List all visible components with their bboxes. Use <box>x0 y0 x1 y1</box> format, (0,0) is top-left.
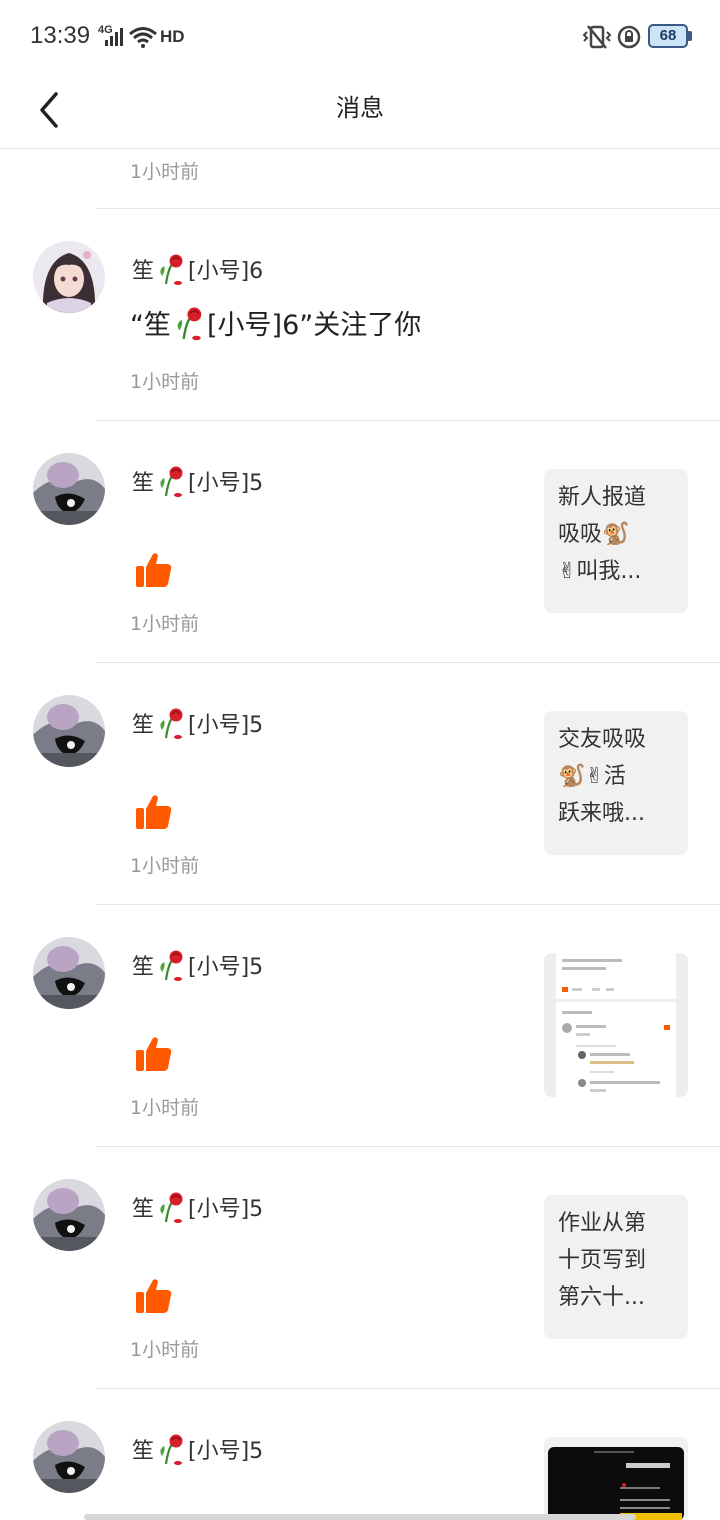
username-suffix: [小号]5 <box>188 1439 264 1464</box>
thumbnail-line: 作业从第 <box>558 1211 647 1236</box>
wilted-rose-icon <box>160 1192 183 1223</box>
list-item[interactable]: 笙 [小号]5 1小时前 新人报道 吸吸🐒 ✌叫我... <box>0 421 720 663</box>
thumbnail-line: 十页写到 <box>558 1248 647 1273</box>
avatar[interactable] <box>33 1421 105 1493</box>
anime-avatar-icon <box>33 1421 105 1493</box>
username-prefix: 笙 <box>132 259 155 284</box>
battery-icon: 68 <box>648 24 688 48</box>
list-item[interactable]: 笙 [小号]5 1小时前 作业从第 十页写到 第六十... <box>0 1147 720 1389</box>
post-thumbnail[interactable]: 新人报道 吸吸🐒 ✌叫我... <box>544 469 688 613</box>
thumbs-up-icon <box>136 1037 172 1071</box>
username-prefix: 笙 <box>132 713 155 738</box>
wilted-rose-icon <box>160 950 183 981</box>
message-text: “笙 [小号]6”关注了你 <box>130 303 421 342</box>
username[interactable]: 笙 [小号]5 <box>132 1429 263 1469</box>
message-text-close: [小号]6”关注了你 <box>207 310 422 341</box>
signal-icon <box>105 28 123 46</box>
thumbnail-line: 第六十... <box>558 1285 645 1310</box>
username[interactable]: 笙 [小号]5 <box>132 461 263 501</box>
username-suffix: [小号]5 <box>188 471 264 496</box>
thumbnail-line: ✌叫我... <box>558 559 642 584</box>
timestamp: 1小时前 <box>130 1097 200 1119</box>
username-prefix: 笙 <box>132 471 155 496</box>
battery-tip <box>688 31 692 41</box>
post-thumbnail[interactable]: 作业从第 十页写到 第六十... <box>544 1195 688 1339</box>
anime-avatar-icon <box>33 453 105 525</box>
thumbnail-line: 新人报道 <box>558 485 647 510</box>
avatar[interactable] <box>33 1179 105 1251</box>
username-suffix: [小号]6 <box>188 259 264 284</box>
status-bar: 13:39 4G HD 68 <box>0 0 720 72</box>
screenshot-thumbnail-icon <box>556 953 676 1097</box>
username-prefix: 笙 <box>132 1439 155 1464</box>
thumbs-up-icon <box>136 795 172 829</box>
post-thumbnail[interactable] <box>544 953 688 1097</box>
timestamp: 1小时前 <box>130 1339 200 1361</box>
anime-avatar-icon <box>33 1179 105 1251</box>
avatar[interactable] <box>33 695 105 767</box>
username[interactable]: 笙 [小号]5 <box>132 703 263 743</box>
message-text-open: “笙 <box>130 310 171 341</box>
avatar[interactable] <box>33 241 105 313</box>
anime-avatar-icon <box>33 937 105 1009</box>
rotation-lock-icon <box>617 25 641 49</box>
avatar[interactable] <box>33 937 105 1009</box>
list-item[interactable]: 笙 [小号]6 “笙 [小号]6”关注了你 1小时前 <box>0 209 720 421</box>
wilted-rose-icon <box>160 254 183 285</box>
thumbnail-line: 🐒✌活 <box>558 764 626 789</box>
wifi-icon <box>129 27 157 48</box>
username-prefix: 笙 <box>132 955 155 980</box>
girl-avatar-icon <box>33 241 105 313</box>
thumbs-up-icon <box>136 553 172 587</box>
nav-bar: 消息 <box>0 72 720 149</box>
video-thumbnail-icon <box>548 1447 684 1520</box>
hd-indicator: HD <box>160 27 185 46</box>
username-suffix: [小号]5 <box>188 713 264 738</box>
timestamp: 1小时前 <box>130 613 200 635</box>
thumbnail-line: 吸吸🐒 <box>558 522 630 547</box>
username-suffix: [小号]5 <box>188 1197 264 1222</box>
list-item[interactable]: 笙 [小号]5 <box>0 1389 720 1520</box>
post-thumbnail[interactable]: 交友吸吸 🐒✌活 跃来哦... <box>544 711 688 855</box>
anime-avatar-icon <box>33 695 105 767</box>
list-item[interactable]: 笙 [小号]5 1小时前 交友吸吸 🐒✌活 跃来哦... <box>0 663 720 905</box>
thumbnail-line: 跃来哦... <box>558 801 645 826</box>
page-title: 消息 <box>336 94 384 122</box>
avatar[interactable] <box>33 453 105 525</box>
partial-item-time: 1小时前 <box>130 161 200 183</box>
wilted-rose-icon <box>177 307 202 340</box>
wilted-rose-icon <box>160 708 183 739</box>
thumbnail-line: 交友吸吸 <box>558 727 647 752</box>
wilted-rose-icon <box>160 466 183 497</box>
username[interactable]: 笙 [小号]5 <box>132 945 263 985</box>
timestamp: 1小时前 <box>130 855 200 877</box>
username[interactable]: 笙 [小号]6 <box>132 249 263 289</box>
post-thumbnail[interactable] <box>544 1437 688 1520</box>
vibrate-icon <box>582 25 612 49</box>
wilted-rose-icon <box>160 1434 183 1465</box>
list-item[interactable]: 笙 [小号]5 1小时前 <box>0 905 720 1147</box>
username-suffix: [小号]5 <box>188 955 264 980</box>
status-time: 13:39 <box>30 22 91 49</box>
username-prefix: 笙 <box>132 1197 155 1222</box>
timestamp: 1小时前 <box>130 371 200 393</box>
username[interactable]: 笙 [小号]5 <box>132 1187 263 1227</box>
thumbs-up-icon <box>136 1279 172 1313</box>
scroll-indicator <box>84 1514 636 1520</box>
